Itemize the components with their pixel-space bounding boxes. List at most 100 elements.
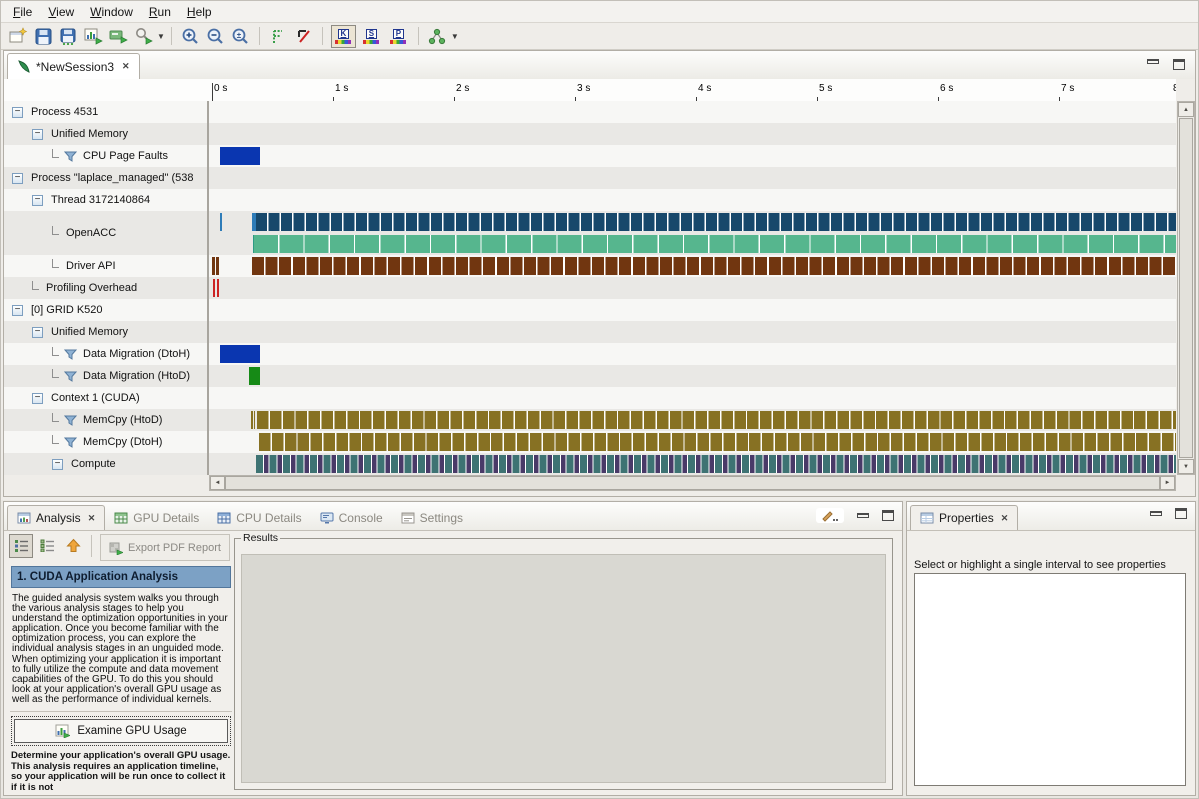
profile-application-icon[interactable] <box>81 25 106 48</box>
minimize-icon[interactable] <box>857 513 869 518</box>
examine-gpu-usage-button[interactable]: Examine GPU Usage <box>14 719 228 743</box>
timeline-row-label[interactable]: −Compute <box>4 453 209 475</box>
timeline-interval[interactable] <box>220 345 260 363</box>
dropdown-caret-icon[interactable]: ▼ <box>451 32 459 41</box>
timeline-row-label[interactable]: −Context 1 (CUDA) <box>4 387 209 409</box>
color-by-kernel-button[interactable]: K <box>331 25 356 48</box>
timeline-row-label[interactable]: MemCpy (DtoH) <box>4 431 209 453</box>
timeline-interval[interactable] <box>220 213 222 231</box>
timeline-interval[interactable] <box>257 411 1176 429</box>
horizontal-scrollbar[interactable]: ◄ ► <box>209 475 1176 491</box>
timeline-interval[interactable] <box>213 279 215 297</box>
tab-properties[interactable]: Properties ✕ <box>910 505 1018 530</box>
timeline-row-label[interactable]: Data Migration (DtoH) <box>4 343 209 365</box>
filter-icon[interactable] <box>64 151 77 162</box>
timeline-track[interactable] <box>209 145 1176 167</box>
timeline-track[interactable] <box>209 453 1176 475</box>
tab-settings[interactable]: Settings <box>392 505 472 530</box>
scroll-down-icon[interactable]: ▼ <box>1178 459 1194 474</box>
timeline-track[interactable] <box>209 123 1176 145</box>
guided-analysis-button[interactable] <box>9 534 33 558</box>
tab-console[interactable]: Console <box>311 505 392 530</box>
collapse-toggle-icon[interactable]: − <box>32 129 43 140</box>
filter-icon[interactable] <box>64 415 77 426</box>
zoom-in-icon[interactable] <box>178 25 203 48</box>
color-by-process-button[interactable]: P <box>387 26 410 47</box>
timeline-track[interactable] <box>209 255 1176 277</box>
zoom-out-icon[interactable] <box>203 25 228 48</box>
timeline-interval[interactable] <box>251 411 253 429</box>
timeline-track[interactable] <box>209 321 1176 343</box>
timeline-row-label[interactable]: −Process "laplace_managed" (538 <box>4 167 209 189</box>
timeline-row-label[interactable]: OpenACC <box>4 211 209 255</box>
timeline-interval[interactable] <box>249 367 260 385</box>
vertical-scrollbar[interactable]: ▲ ▼ <box>1177 101 1195 475</box>
unguided-analysis-button[interactable] <box>35 534 59 558</box>
collapse-toggle-icon[interactable]: − <box>32 195 43 206</box>
collapse-toggle-icon[interactable]: − <box>32 327 43 338</box>
tab-cpu-details[interactable]: CPU Details <box>208 505 310 530</box>
timeline-ruler[interactable]: 0 s1 s2 s3 s4 s5 s6 s7 s8 <box>4 79 1176 102</box>
minimize-icon[interactable] <box>1147 59 1159 64</box>
timeline-track[interactable] <box>209 167 1176 189</box>
menu-window[interactable]: Window <box>82 3 141 21</box>
flag-marker-icon[interactable] <box>291 25 316 48</box>
timeline-row-label[interactable]: Data Migration (HtoD) <box>4 365 209 387</box>
timeline-row-label[interactable]: Driver API <box>4 255 209 277</box>
timeline-row-label[interactable]: −Thread 3172140864 <box>4 189 209 211</box>
new-session-icon[interactable] <box>6 25 31 48</box>
timeline-row-label[interactable]: −Process 4531 <box>4 101 209 123</box>
timeline-track[interactable] <box>209 299 1176 321</box>
filter-icon[interactable] <box>64 349 77 360</box>
menu-help[interactable]: Help <box>179 3 220 21</box>
timeline-track[interactable] <box>209 343 1176 365</box>
export-pdf-button[interactable]: Export PDF Report <box>100 534 230 561</box>
menu-view[interactable]: View <box>40 3 82 21</box>
timeline-row-label[interactable]: Profiling Overhead <box>4 277 209 299</box>
view-menu-icon[interactable] <box>816 508 844 523</box>
timeline-track[interactable] <box>209 101 1176 123</box>
minimize-icon[interactable] <box>1150 511 1162 516</box>
collapse-toggle-icon[interactable]: − <box>12 305 23 316</box>
timeline-interval[interactable] <box>254 411 256 429</box>
timeline-track[interactable] <box>209 277 1176 299</box>
vscroll-thumb[interactable] <box>1179 118 1193 458</box>
timeline-row-label[interactable]: CPU Page Faults <box>4 145 209 167</box>
save-all-icon[interactable] <box>56 25 81 48</box>
timeline-interval[interactable] <box>212 257 215 275</box>
timeline-interval[interactable] <box>256 213 1176 231</box>
timeline-interval[interactable] <box>259 433 1176 451</box>
timeline-track[interactable] <box>209 387 1176 409</box>
hscroll-thumb[interactable] <box>225 476 1160 490</box>
timeline-interval[interactable] <box>256 455 1176 473</box>
maximize-icon[interactable] <box>882 510 894 521</box>
tab-gpu-details[interactable]: GPU Details <box>105 505 208 530</box>
tree-mode-icon[interactable] <box>425 25 450 48</box>
timeline-track[interactable] <box>209 365 1176 387</box>
scroll-up-icon[interactable]: ▲ <box>1178 102 1194 117</box>
search-run-icon[interactable] <box>131 25 156 48</box>
scroll-right-icon[interactable]: ► <box>1160 476 1175 490</box>
color-by-stream-button[interactable]: S <box>360 26 383 47</box>
collapse-toggle-icon[interactable]: − <box>12 107 23 118</box>
collapse-toggle-icon[interactable]: − <box>32 393 43 404</box>
close-icon[interactable]: ✕ <box>88 513 96 524</box>
tab-analysis[interactable]: Analysis✕ <box>7 505 105 530</box>
ruler-marker-icon[interactable] <box>266 25 291 48</box>
timeline-card-icon[interactable] <box>106 25 131 48</box>
timeline-track[interactable] <box>209 431 1176 453</box>
session-tab[interactable]: *NewSession3 ✕ <box>7 53 140 79</box>
menu-run[interactable]: Run <box>141 3 179 21</box>
timeline-interval[interactable] <box>220 147 260 165</box>
maximize-icon[interactable] <box>1175 508 1187 519</box>
menu-file[interactable]: File <box>5 3 40 21</box>
timeline-row-label[interactable]: −Unified Memory <box>4 123 209 145</box>
filter-icon[interactable] <box>64 437 77 448</box>
maximize-icon[interactable] <box>1173 59 1185 70</box>
filter-icon[interactable] <box>64 371 77 382</box>
zoom-fit-icon[interactable]: ± <box>228 25 253 48</box>
timeline-row-label[interactable]: −[0] GRID K520 <box>4 299 209 321</box>
timeline-interval[interactable] <box>216 257 219 275</box>
close-icon[interactable]: ✕ <box>1001 513 1009 524</box>
timeline-interval[interactable] <box>254 235 1176 253</box>
